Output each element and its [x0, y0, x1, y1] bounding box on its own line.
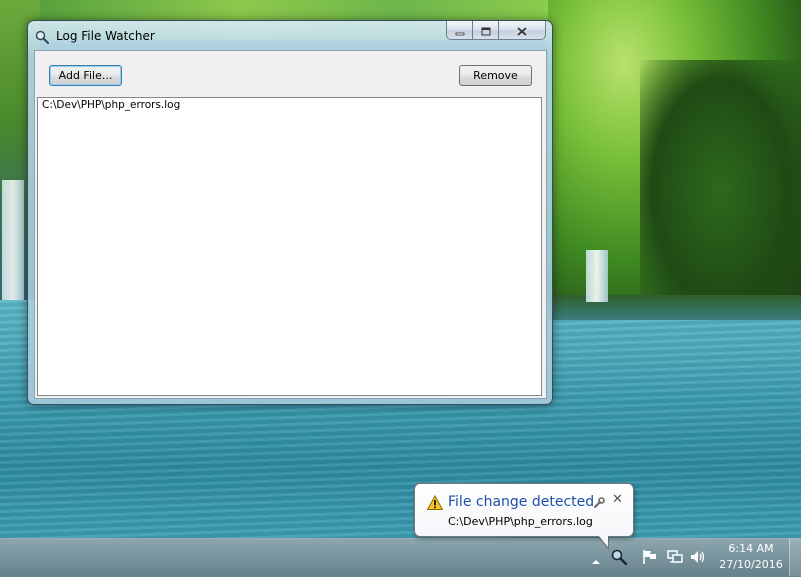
close-button[interactable] [499, 21, 546, 40]
notification-title: File change detected [448, 494, 595, 510]
minimize-icon [455, 21, 465, 40]
minimize-button[interactable] [446, 21, 473, 40]
window-title: Log File Watcher [56, 29, 155, 43]
clock-time: 6:14 AM [728, 542, 774, 555]
balloon-tail-inner [598, 535, 608, 547]
taskbar-clock[interactable]: 6:14 AM 27/10/2016 [716, 541, 786, 573]
magnifier-tray-icon[interactable] [610, 548, 628, 566]
warning-icon [426, 494, 444, 511]
maximize-icon [481, 21, 491, 40]
action-center-flag-icon[interactable] [641, 548, 659, 566]
volume-icon[interactable] [689, 548, 707, 566]
balloon-close-icon[interactable]: ✕ [612, 492, 623, 507]
wrench-icon[interactable] [593, 494, 605, 508]
wallpaper-waterfall-left [2, 180, 24, 300]
add-file-button[interactable]: Add File... [49, 65, 122, 86]
magnifier-icon [35, 29, 50, 45]
list-item[interactable]: C:\Dev\PHP\php_errors.log [42, 99, 180, 111]
notification-message: C:\Dev\PHP\php_errors.log [448, 515, 593, 528]
watched-files-list[interactable]: C:\Dev\PHP\php_errors.log [37, 97, 542, 396]
caption-buttons [446, 21, 546, 40]
notification-balloon[interactable]: File change detected C:\Dev\PHP\php_erro… [414, 483, 634, 537]
window-client-area: Add File... Remove C:\Dev\PHP\php_errors… [34, 50, 547, 399]
close-icon [517, 21, 527, 40]
show-desktop-button[interactable] [789, 538, 801, 576]
wallpaper-trees-shadow [640, 60, 801, 320]
network-icon[interactable] [666, 548, 684, 566]
wallpaper-waterfall-right [586, 250, 608, 302]
log-file-watcher-window: Log File Watcher Add File... Remove C:\D… [27, 20, 553, 405]
clock-date: 27/10/2016 [719, 558, 783, 571]
show-hidden-icons-arrow-icon[interactable] [591, 552, 601, 564]
remove-button[interactable]: Remove [459, 65, 532, 86]
title-bar[interactable]: Log File Watcher [28, 21, 552, 49]
maximize-button[interactable] [473, 21, 499, 40]
